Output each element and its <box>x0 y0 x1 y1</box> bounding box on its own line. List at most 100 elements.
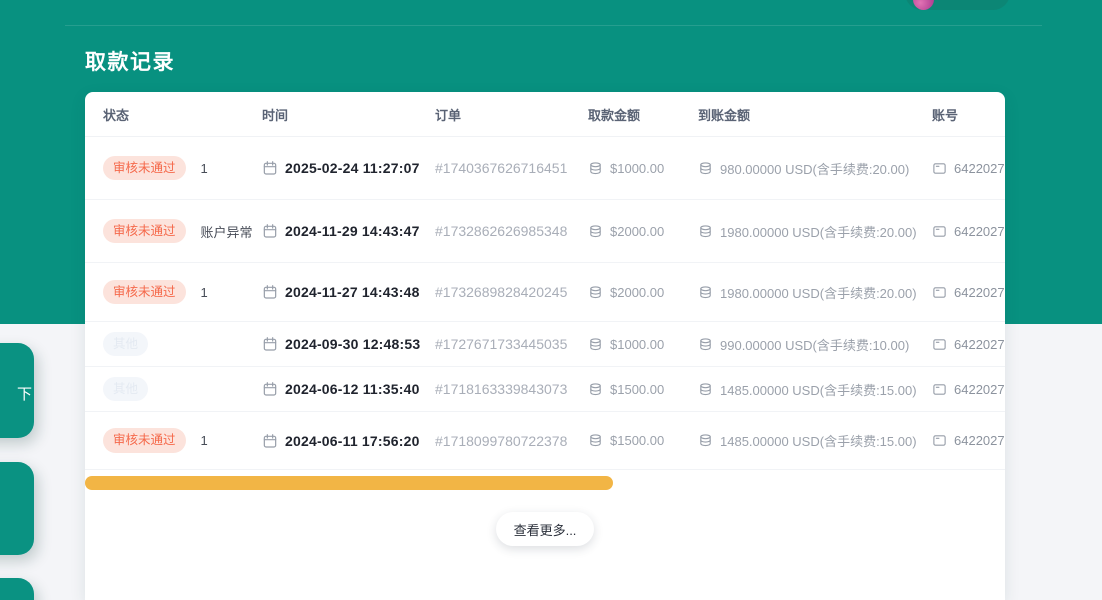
withdraw-amount: $1000.00 <box>610 337 664 352</box>
status-cell: 审核未通过 账户异常 <box>103 219 262 244</box>
account-cell: 6422027 <box>932 224 1005 239</box>
status-cell: 其他 <box>103 377 262 402</box>
coins-icon <box>588 337 603 352</box>
coins-icon <box>698 382 713 397</box>
time-cell: 2024-11-27 14:43:48 <box>262 284 435 300</box>
order-cell: #1727671733445035 <box>435 336 588 352</box>
status-badge: 审核未通过 <box>103 219 186 244</box>
card-icon <box>932 161 947 176</box>
status-badge: 其他 <box>103 377 148 402</box>
status-note: 1 <box>201 433 208 448</box>
time-value: 2024-06-12 11:35:40 <box>285 381 420 397</box>
received-amount: 990.00000 USD(含手续费:10.00) <box>720 335 909 354</box>
withdraw-amount-cell: $1000.00 <box>588 337 698 352</box>
calendar-icon <box>262 336 278 352</box>
status-cell: 审核未通过 1 <box>103 428 262 453</box>
page-title: 取款记录 <box>85 46 175 76</box>
calendar-icon <box>262 160 278 176</box>
account-number: 6422027 <box>954 161 1005 176</box>
floating-action-button[interactable] <box>0 578 34 600</box>
received-amount: 1485.00000 USD(含手续费:15.00) <box>720 431 917 450</box>
received-amount-cell: 1485.00000 USD(含手续费:15.00) <box>698 431 932 450</box>
withdraw-amount-cell: $1000.00 <box>588 161 698 176</box>
status-cell: 审核未通过 1 <box>103 280 262 305</box>
card-icon <box>932 337 947 352</box>
received-amount-cell: 990.00000 USD(含手续费:10.00) <box>698 335 932 354</box>
account-cell: 6422027 <box>932 433 1005 448</box>
coins-icon <box>698 224 713 239</box>
status-badge: 审核未通过 <box>103 280 186 305</box>
status-badge: 审核未通过 <box>103 156 186 181</box>
status-cell: 审核未通过 1 <box>103 156 262 181</box>
header-received-amount: 到账金额 <box>698 105 932 124</box>
table-row: 审核未通过 账户异常 2024-11-29 14:43:47 #17328626… <box>85 200 1005 263</box>
time-value: 2024-09-30 12:48:53 <box>285 336 420 352</box>
calendar-icon <box>262 433 278 449</box>
coins-icon <box>588 161 603 176</box>
coins-icon <box>698 161 713 176</box>
time-cell: 2024-06-12 11:35:40 <box>262 381 435 397</box>
withdraw-amount: $2000.00 <box>610 224 664 239</box>
floating-action-button[interactable]: 下 <box>0 343 34 438</box>
time-value: 2025-02-24 11:27:07 <box>285 160 420 176</box>
account-number: 6422027 <box>954 285 1005 300</box>
time-cell: 2024-06-11 17:56:20 <box>262 433 435 449</box>
time-cell: 2024-11-29 14:43:47 <box>262 223 435 239</box>
status-note: 1 <box>201 161 208 176</box>
coins-icon <box>588 382 603 397</box>
view-more-button[interactable]: 查看更多... <box>496 512 594 546</box>
coins-icon <box>588 433 603 448</box>
received-amount-cell: 980.00000 USD(含手续费:20.00) <box>698 159 932 178</box>
status-badge: 其他 <box>103 332 148 357</box>
received-amount: 1980.00000 USD(含手续费:20.00) <box>720 283 917 302</box>
header-status: 状态 <box>103 105 262 124</box>
withdrawal-records-page: 取款记录 状态 时间 订单 取款金额 到账金额 账号 审核未通过 1 2025-… <box>0 0 1102 600</box>
table-row: 其他 2024-09-30 12:48:53 #1727671733445035… <box>85 322 1005 367</box>
floating-action-button[interactable] <box>0 462 34 555</box>
order-id: #1727671733445035 <box>435 336 567 352</box>
coins-icon <box>588 285 603 300</box>
status-note: 账户异常 <box>201 222 253 241</box>
account-number: 6422027 <box>954 382 1005 397</box>
account-number: 6422027 <box>954 224 1005 239</box>
time-value: 2024-11-27 14:43:48 <box>285 284 420 300</box>
received-amount: 980.00000 USD(含手续费:20.00) <box>720 159 909 178</box>
table-row: 审核未通过 1 2025-02-24 11:27:07 #17403676267… <box>85 137 1005 200</box>
card-icon <box>932 433 947 448</box>
header-order: 订单 <box>435 105 588 124</box>
table-header-row: 状态 时间 订单 取款金额 到账金额 账号 <box>85 92 1005 137</box>
withdraw-amount-cell: $2000.00 <box>588 224 698 239</box>
records-card: 状态 时间 订单 取款金额 到账金额 账号 审核未通过 1 2025-02-24… <box>85 92 1005 600</box>
calendar-icon <box>262 223 278 239</box>
table-row: 审核未通过 1 2024-11-27 14:43:48 #17326898284… <box>85 263 1005 322</box>
calendar-icon <box>262 284 278 300</box>
table-row: 审核未通过 1 2024-06-11 17:56:20 #17180997807… <box>85 412 1005 470</box>
card-icon <box>932 285 947 300</box>
header-withdraw-amount: 取款金额 <box>588 105 698 124</box>
account-number: 6422027 <box>954 433 1005 448</box>
table-row: 其他 2024-06-12 11:35:40 #1718163339843073… <box>85 367 1005 412</box>
time-cell: 2024-09-30 12:48:53 <box>262 336 435 352</box>
account-cell: 6422027 <box>932 285 1005 300</box>
time-value: 2024-06-11 17:56:20 <box>285 433 420 449</box>
withdraw-amount-cell: $1500.00 <box>588 433 698 448</box>
withdraw-amount-cell: $1500.00 <box>588 382 698 397</box>
account-number: 6422027 <box>954 337 1005 352</box>
order-id: #1718099780722378 <box>435 433 567 449</box>
time-value: 2024-11-29 14:43:47 <box>285 223 420 239</box>
received-amount-cell: 1485.00000 USD(含手续费:15.00) <box>698 380 932 399</box>
header-account: 账号 <box>932 105 1005 124</box>
order-cell: #1718163339843073 <box>435 381 588 397</box>
time-cell: 2025-02-24 11:27:07 <box>262 160 435 176</box>
coins-icon <box>588 224 603 239</box>
received-amount: 1485.00000 USD(含手续费:15.00) <box>720 380 917 399</box>
received-amount-cell: 1980.00000 USD(含手续费:20.00) <box>698 283 932 302</box>
order-cell: #1732689828420245 <box>435 284 588 300</box>
order-cell: #1718099780722378 <box>435 433 588 449</box>
card-icon <box>932 382 947 397</box>
progress-bar <box>85 476 613 490</box>
received-amount-cell: 1980.00000 USD(含手续费:20.00) <box>698 222 932 241</box>
status-cell: 其他 <box>103 332 262 357</box>
received-amount: 1980.00000 USD(含手续费:20.00) <box>720 222 917 241</box>
withdraw-amount: $2000.00 <box>610 285 664 300</box>
